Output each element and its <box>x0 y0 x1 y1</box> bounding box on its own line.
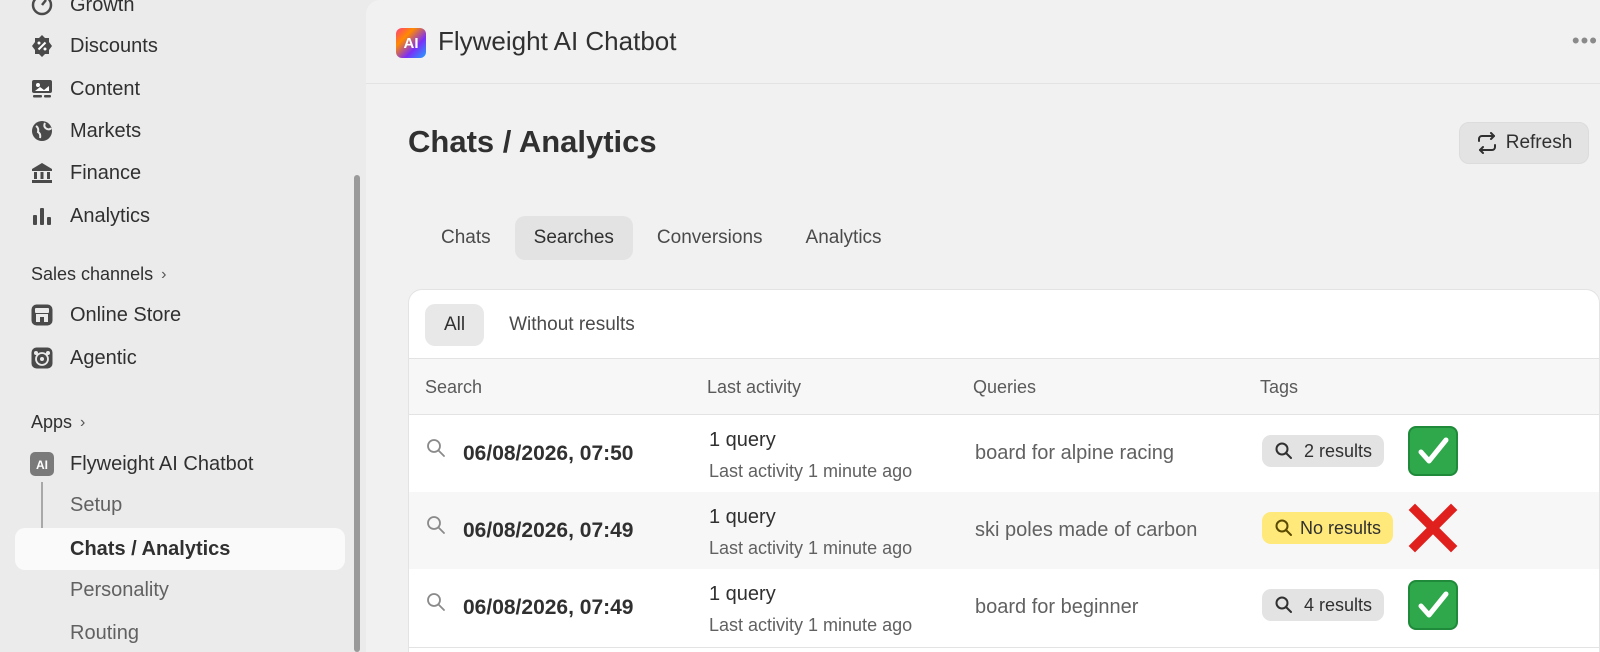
main-content: AI Flyweight AI Chatbot ••• Chats / Anal… <box>366 0 1600 652</box>
sidebar-item-label: Agentic <box>70 346 137 369</box>
table-row[interactable]: 06/08/2026, 07:49 1 query Last activity … <box>409 492 1599 571</box>
discount-icon <box>30 34 54 58</box>
last-activity: Last activity 1 minute ago <box>709 615 913 635</box>
sidebar-item-label: Finance <box>70 161 142 184</box>
store-icon <box>30 303 54 327</box>
last-activity: Last activity 1 minute ago <box>709 461 913 481</box>
search-date: 06/08/2026, 07:49 <box>463 596 634 619</box>
column-header-last-activity[interactable]: Last activity <box>707 377 801 398</box>
searches-card: All Without results Search Last activity… <box>408 289 1600 652</box>
app-header: AI Flyweight AI Chatbot ••• <box>366 0 1600 84</box>
agentic-icon <box>30 346 54 370</box>
sidebar-item-label: Analytics <box>70 204 151 227</box>
sidebar-scrollbar[interactable] <box>354 175 360 652</box>
sidebar-item-markets[interactable]: Markets <box>30 114 141 148</box>
search-icon <box>425 437 447 464</box>
check-mark-icon <box>1408 426 1458 476</box>
sidebar-item-label: Growth <box>70 0 135 16</box>
sidebar: Growth Discounts Content Markets Finance… <box>0 0 362 652</box>
sidebar-item-label: Online Store <box>70 303 182 326</box>
apps-heading[interactable]: Apps › <box>31 412 85 433</box>
no-results-badge: No results <box>1262 512 1394 544</box>
query-count: 1 query <box>709 506 776 528</box>
sidebar-item-online-store[interactable]: Online Store <box>30 298 181 332</box>
refresh-button[interactable]: Refresh <box>1459 122 1589 164</box>
results-badge: 2 results <box>1262 435 1385 467</box>
sidebar-item-content[interactable]: Content <box>30 72 140 106</box>
tab-analytics[interactable]: Analytics <box>787 216 901 260</box>
sidebar-item-finance[interactable]: Finance <box>30 156 141 190</box>
chevron-right-icon: › <box>80 413 86 431</box>
tab-searches[interactable]: Searches <box>514 216 633 260</box>
table-row[interactable]: 06/08/2026, 07:50 1 query Last activity … <box>409 415 1599 494</box>
filter-all[interactable]: All <box>425 304 485 346</box>
column-header-queries[interactable]: Queries <box>973 377 1036 398</box>
query-count: 1 query <box>709 583 776 605</box>
growth-icon <box>30 0 54 17</box>
sales-channels-heading[interactable]: Sales channels › <box>31 264 166 285</box>
results-badge: 4 results <box>1262 589 1385 621</box>
cross-mark-icon <box>1408 503 1458 553</box>
sidebar-item-label: Flyweight AI Chatbot <box>70 452 254 475</box>
check-mark-icon <box>1408 580 1458 630</box>
filter-without-results[interactable]: Without results <box>490 304 654 346</box>
globe-icon <box>30 119 54 143</box>
chevron-right-icon: › <box>161 265 167 283</box>
sidebar-item-label: Discounts <box>70 34 158 57</box>
sidebar-subitem-setup[interactable]: Setup <box>70 494 122 517</box>
search-icon <box>1274 595 1294 615</box>
sidebar-item-app[interactable]: AI Flyweight AI Chatbot <box>30 447 253 481</box>
table-row[interactable]: 06/08/2026, 07:49 1 query Last activity … <box>409 569 1599 648</box>
sidebar-item-discounts[interactable]: Discounts <box>30 29 158 63</box>
table-header: Search Last activity Queries Tags <box>409 358 1599 415</box>
sidebar-item-agentic[interactable]: Agentic <box>30 341 137 375</box>
search-date: 06/08/2026, 07:50 <box>463 442 634 465</box>
search-icon <box>425 591 447 618</box>
column-header-tags[interactable]: Tags <box>1260 377 1298 398</box>
sidebar-subitem-personality[interactable]: Personality <box>70 579 169 602</box>
search-icon <box>425 514 447 541</box>
column-header-search[interactable]: Search <box>425 377 482 398</box>
tab-chats[interactable]: Chats <box>422 216 510 260</box>
filter-tabs: All Without results <box>425 304 660 346</box>
tabs: Chats Searches Conversions Analytics <box>422 216 906 260</box>
sidebar-item-growth[interactable]: Growth <box>30 0 134 22</box>
page-title: Chats / Analytics <box>408 124 657 159</box>
bar-chart-icon <box>30 204 54 228</box>
svg-text:AI: AI <box>36 458 48 472</box>
query-text: board for beginner <box>975 596 1139 618</box>
search-date: 06/08/2026, 07:49 <box>463 519 634 542</box>
sidebar-item-analytics[interactable]: Analytics <box>30 199 150 233</box>
ai-app-icon: AI <box>30 452 54 476</box>
search-icon <box>1274 441 1294 461</box>
tab-conversions[interactable]: Conversions <box>638 216 782 260</box>
search-icon <box>1274 518 1294 538</box>
sidebar-item-label: Markets <box>70 119 142 142</box>
query-text: board for alpine racing <box>975 442 1175 464</box>
app-title: Flyweight AI Chatbot <box>438 26 677 56</box>
bank-icon <box>30 161 54 185</box>
sidebar-item-label: Content <box>70 77 141 100</box>
query-text: ski poles made of carbon <box>975 519 1198 541</box>
sidebar-subitem-routing[interactable]: Routing <box>70 622 139 645</box>
app-logo: AI <box>396 28 426 58</box>
sidebar-subitem-chats-analytics[interactable]: Chats / Analytics <box>15 528 345 570</box>
last-activity: Last activity 1 minute ago <box>709 538 913 558</box>
more-actions-icon[interactable]: ••• <box>1572 28 1598 54</box>
query-count: 1 query <box>709 429 776 451</box>
content-icon <box>30 77 54 101</box>
refresh-icon <box>1476 132 1498 154</box>
